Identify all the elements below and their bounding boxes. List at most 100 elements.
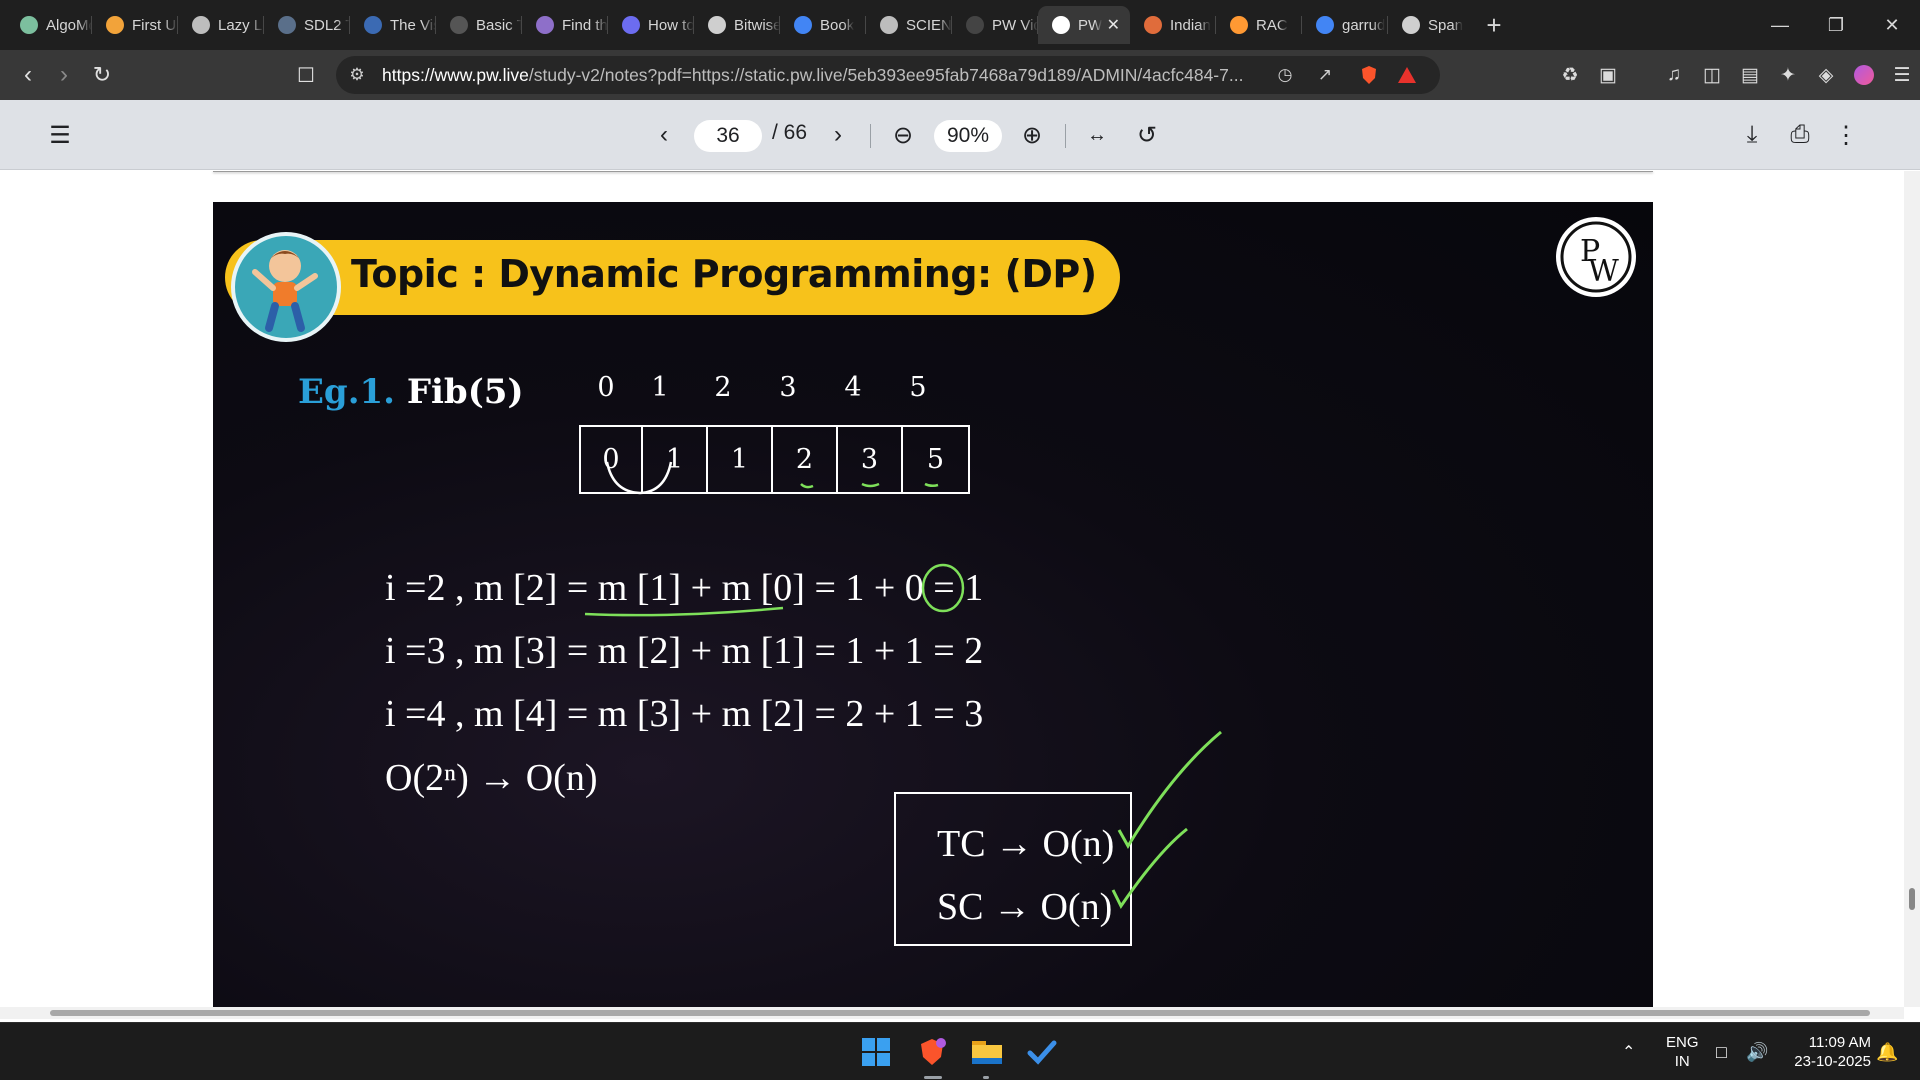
brave-rewards-icon[interactable] [1394, 62, 1420, 88]
pw-logo-svg: P W [1560, 221, 1632, 293]
close-tab-icon[interactable]: ✕ [1107, 15, 1120, 35]
new-tab-button[interactable]: + [1474, 10, 1514, 41]
pw-icon [966, 16, 984, 34]
browser-tab[interactable]: Indian [1130, 6, 1216, 44]
browser-tab[interactable]: SDL2 Tutorial [264, 6, 350, 44]
pdf-document-area[interactable]: Topic : Dynamic Programming: (DP) P W Eg… [0, 171, 1904, 1007]
tab-list: AlgoMonster First Unique Lazy Loading SDL2 … [0, 0, 1474, 50]
share-icon[interactable]: ↗ [1312, 62, 1338, 88]
array-index: 5 [909, 372, 927, 403]
bitwise-icon [708, 16, 726, 34]
extensions-area: ♻ ▣ ♫ ◫ ▤ ✦ ◈ ☰ [1552, 58, 1920, 92]
horizontal-scroll-thumb[interactable] [50, 1010, 1870, 1016]
browser-toolbar: ‹ › ↻ ☐ ⚙ https://www.pw.live/study-v2/n… [0, 50, 1920, 100]
browser-tab[interactable]: PW Vids [952, 6, 1038, 44]
minimize-button[interactable]: — [1752, 0, 1808, 50]
more-options-icon[interactable]: ⋮ [1828, 117, 1864, 153]
vpn-icon[interactable]: ◈ [1808, 58, 1844, 92]
browser-tab[interactable]: RAC [1216, 6, 1302, 44]
rotate-icon[interactable]: ↺ [1129, 117, 1165, 153]
browser-tab[interactable]: Bitwise [694, 6, 780, 44]
url-host: https://www.pw.live [382, 64, 529, 85]
zoom-in-button[interactable]: ⊕ [1014, 117, 1050, 153]
forward-button[interactable]: › [46, 57, 82, 93]
open-app-indicator [983, 1076, 989, 1079]
browser-tab[interactable]: The Visual [350, 6, 436, 44]
fit-width-icon[interactable]: ↔ [1079, 117, 1115, 153]
site-settings-icon[interactable]: ⚙ [344, 62, 370, 88]
reading-mode-icon[interactable]: ▣ [1590, 58, 1626, 92]
language-indicator[interactable]: ENG IN [1666, 1033, 1699, 1071]
array-index: 1 [651, 372, 669, 403]
vertical-scroll-thumb[interactable] [1909, 888, 1915, 910]
previous-page-button[interactable]: ‹ [646, 117, 682, 153]
tab-title: Book [820, 16, 855, 34]
url-text[interactable]: https://www.pw.live/study-v2/notes?pdf=h… [382, 65, 1243, 86]
leo-ai-icon[interactable]: ✦ [1770, 58, 1806, 92]
vertical-scrollbar[interactable] [1904, 171, 1920, 1007]
wallet-icon[interactable]: ▤ [1732, 58, 1768, 92]
tab-title: First Unique [132, 16, 178, 34]
tab-title: Find the [562, 16, 608, 34]
space-complexity: SC → O(n) [937, 886, 1113, 928]
restore-button[interactable]: ❐ [1808, 0, 1864, 50]
file-explorer-taskbar-icon[interactable] [966, 1031, 1008, 1073]
system-clock[interactable]: 11:09 AM 23-10-2025 [1787, 1033, 1871, 1071]
profile-avatar[interactable] [1846, 58, 1882, 92]
back-button[interactable]: ‹ [10, 57, 46, 93]
page-number-input[interactable]: 36 [694, 120, 762, 152]
extensions-icon[interactable]: ♻ [1552, 58, 1588, 92]
browser-tab-strip: AlgoMonster First Unique Lazy Loading SDL2 … [0, 0, 1920, 50]
tab-title: AlgoMonster [46, 16, 92, 34]
menu-icon[interactable]: ☰ [1884, 58, 1920, 92]
tab-title: garrud [1342, 16, 1386, 34]
browser-tab[interactable]: How to [608, 6, 694, 44]
start-button[interactable] [855, 1031, 897, 1073]
browser-tab[interactable]: garrud [1302, 6, 1388, 44]
example-text: Fib(5) [406, 372, 524, 412]
folder-icon [972, 1041, 1002, 1064]
tray-overflow-icon[interactable]: ⌃ [1622, 1023, 1635, 1081]
sidebar-icon[interactable]: ◫ [1694, 58, 1730, 92]
pdf-menu-icon[interactable]: ☰ [42, 117, 78, 153]
flag-icon [1230, 16, 1248, 34]
close-window-button[interactable]: ✕ [1864, 0, 1920, 50]
browser-tab[interactable]: PW ✕ [1038, 6, 1130, 44]
browser-tab[interactable]: Book [780, 6, 866, 44]
browser-tab[interactable]: First Unique [92, 6, 178, 44]
browser-tab[interactable]: Lazy Loading [178, 6, 264, 44]
ink-check-tc [1117, 730, 1222, 849]
topic-title: Topic : Dynamic Programming: (DP) [351, 252, 1097, 296]
array-index: 3 [779, 372, 797, 403]
shield-svg [1362, 66, 1376, 84]
brave-browser-taskbar-icon[interactable] [911, 1031, 953, 1073]
volume-icon[interactable]: 🔊 [1746, 1023, 1768, 1081]
todo-taskbar-icon[interactable] [1021, 1031, 1063, 1073]
bookmark-icon[interactable]: ☐ [288, 57, 324, 93]
browser-tab[interactable]: Find the [522, 6, 608, 44]
google-icon [1316, 16, 1334, 34]
zoom-level-input[interactable]: 90% [934, 120, 1002, 152]
windows-logo-icon [862, 1038, 890, 1066]
next-page-button[interactable]: › [820, 117, 856, 153]
media-icon[interactable]: ♫ [1656, 58, 1692, 92]
network-icon[interactable]: □ [1716, 1023, 1727, 1081]
brave-icon [921, 1038, 946, 1065]
tab-title: PW Vids [992, 16, 1038, 34]
notification-bell-icon[interactable]: 🔔 [1876, 1023, 1898, 1081]
reload-button[interactable]: ↻ [84, 57, 120, 93]
horizontal-scrollbar[interactable] [0, 1007, 1904, 1019]
browser-tab[interactable]: Span [1388, 6, 1474, 44]
download-icon[interactable]: ⤓ [1734, 117, 1770, 153]
zoom-out-button[interactable]: ⊖ [885, 117, 921, 153]
brave-shields-icon[interactable] [1356, 62, 1382, 88]
print-icon[interactable]: ⎙ [1782, 117, 1818, 153]
address-bar[interactable]: ⚙ https://www.pw.live/study-v2/notes?pdf… [336, 56, 1440, 94]
browser-tab[interactable]: Basic Types [436, 6, 522, 44]
active-app-indicator [924, 1076, 942, 1079]
browser-tab[interactable]: SCIENCE [866, 6, 952, 44]
tab-title: Lazy Loading [218, 16, 264, 34]
array-cell: 1 [708, 427, 773, 492]
browser-tab[interactable]: AlgoMonster [6, 6, 92, 44]
history-icon[interactable]: ◷ [1272, 62, 1298, 88]
